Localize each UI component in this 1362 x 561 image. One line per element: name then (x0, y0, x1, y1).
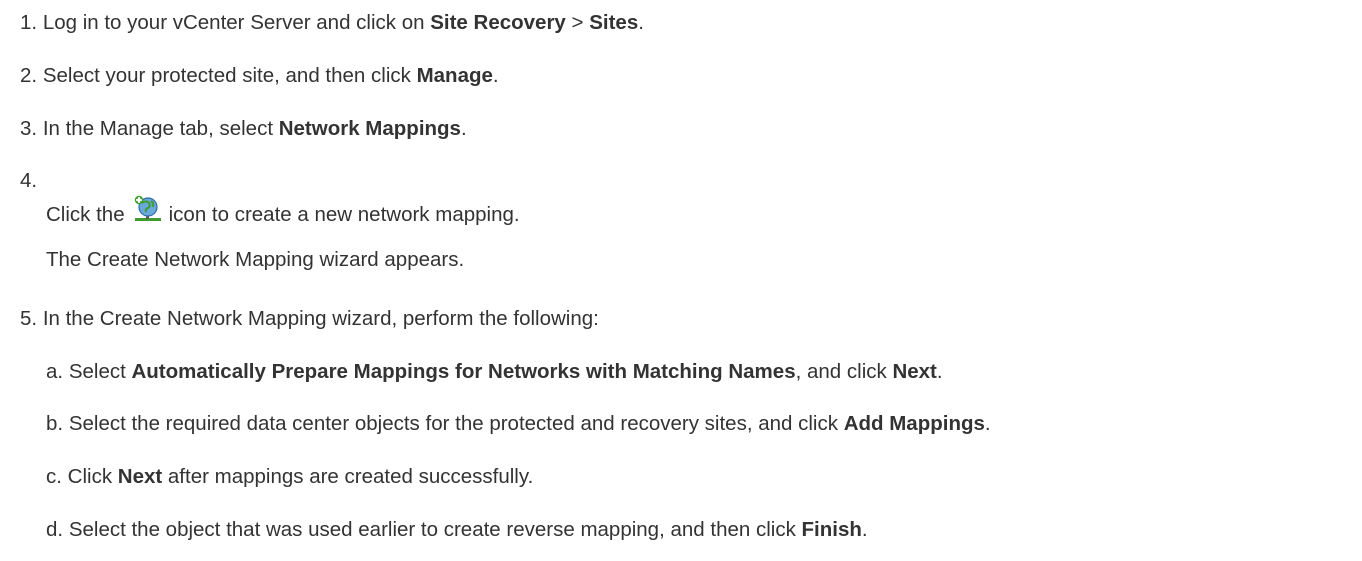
step-text: . (492, 64, 499, 87)
network-mapping-add-icon (133, 195, 163, 225)
step-text: Select your protected site, and then cli… (42, 64, 417, 87)
document: 1. Log in to your vCenter Server and cli… (0, 0, 1362, 561)
substep-text: , and click (795, 360, 893, 383)
substep-c: c. Click Next after mappings are created… (46, 464, 533, 490)
substep-b: b. Select the required data center objec… (46, 411, 991, 437)
step-4-line-1: Click the icon to create a new network m… (46, 195, 520, 228)
step-text: . (638, 11, 644, 34)
step-text: The Create Network Mapping wizard appear… (46, 248, 465, 271)
step-number: 1. (20, 11, 38, 34)
step-1: 1. Log in to your vCenter Server and cli… (20, 10, 644, 36)
step-number: 4. (20, 169, 38, 192)
substep-bold: Finish (801, 518, 862, 541)
step-number: 2. (20, 64, 38, 87)
substep-d: d. Select the object that was used earli… (46, 517, 868, 543)
substep-letter: d. (46, 518, 64, 541)
substep-letter: b. (46, 412, 64, 435)
step-text: . (460, 117, 467, 140)
substep-text: . (936, 360, 943, 383)
substep-text: Select the required data center objects … (68, 412, 844, 435)
step-text: Log in to your vCenter Server and click … (42, 11, 431, 34)
step-number: 5. (20, 307, 38, 330)
substep-a: a. Select Automatically Prepare Mappings… (46, 359, 943, 385)
substep-letter: c. (46, 465, 62, 488)
step-text: In the Manage tab, select (42, 117, 279, 140)
step-2: 2. Select your protected site, and then … (20, 63, 499, 89)
substep-bold: Next (117, 465, 163, 488)
substep-bold: Add Mappings (843, 412, 985, 435)
substep-bold: Automatically Prepare Mappings for Netwo… (131, 360, 796, 383)
step-4-number: 4. (20, 168, 37, 194)
substep-text: Select the object that was used earlier … (68, 518, 802, 541)
step-text: Click the (46, 203, 125, 226)
substep-letter: a. (46, 360, 64, 383)
substep-text: . (861, 518, 868, 541)
step-3: 3. In the Manage tab, select Network Map… (20, 116, 467, 142)
substep-text: . (984, 412, 991, 435)
step-text: icon to create a new network mapping. (168, 203, 520, 226)
step-bold: Site Recovery (430, 11, 566, 34)
step-4-line-2: The Create Network Mapping wizard appear… (46, 247, 464, 273)
substep-text: after mappings are created successfully. (162, 465, 534, 488)
step-bold: Sites (589, 11, 639, 34)
substep-bold: Next (892, 360, 937, 383)
step-5: 5. In the Create Network Mapping wizard,… (20, 306, 599, 332)
substep-text: Select (68, 360, 132, 383)
step-text: > (565, 11, 590, 34)
step-bold: Manage (416, 64, 493, 87)
step-bold: Network Mappings (278, 117, 461, 140)
substep-text: Click (67, 465, 118, 488)
step-text: In the Create Network Mapping wizard, pe… (42, 307, 599, 330)
step-number: 3. (20, 117, 38, 140)
